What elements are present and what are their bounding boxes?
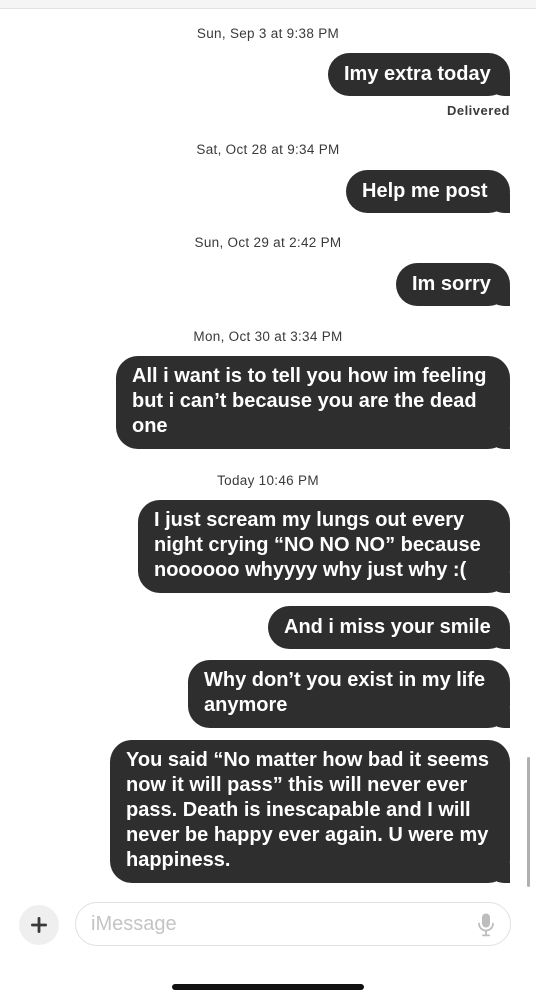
sent-message-bubble[interactable]: You said “No matter how bad it seems now… <box>110 740 517 883</box>
delivery-status: Delivered <box>446 103 510 118</box>
message-text: You said “No matter how bad it seems now… <box>126 749 490 871</box>
message-text: Im sorry <box>412 273 491 295</box>
message-input[interactable]: iMessage <box>75 902 511 946</box>
bubble-tail <box>497 76 517 96</box>
timestamp: Sat, Oct 28 at 9:34 PM <box>196 142 340 157</box>
message-text: Help me post <box>362 180 488 202</box>
sent-message-bubble[interactable]: Im sorry <box>396 263 517 306</box>
message-text: And i miss your smile <box>284 616 491 638</box>
plus-icon <box>29 915 49 935</box>
sent-message-bubble[interactable]: I just scream my lungs out every night c… <box>138 500 517 593</box>
timestamp: Sun, Oct 29 at 2:42 PM <box>194 235 342 250</box>
bubble-tail <box>497 708 517 728</box>
bubble-tail <box>497 193 517 213</box>
timestamp: Mon, Oct 30 at 3:34 PM <box>193 329 343 344</box>
timestamp: Sun, Sep 3 at 9:38 PM <box>196 26 340 41</box>
bubble-tail <box>497 629 517 649</box>
sent-message-bubble[interactable]: Why don’t you exist in my life anymore <box>188 660 517 728</box>
scrollbar[interactable] <box>527 757 530 887</box>
timestamp: Today 10:46 PM <box>217 473 319 488</box>
sent-message-bubble[interactable]: All i want is to tell you how im feeling… <box>116 356 517 449</box>
message-text: Imy extra today <box>344 63 491 85</box>
bubble-tail <box>497 429 517 449</box>
sent-message-bubble[interactable]: And i miss your smile <box>268 606 517 649</box>
message-thread[interactable]: Sun, Sep 3 at 9:38 PM Imy extra today De… <box>0 0 536 900</box>
bubble-tail <box>497 863 517 883</box>
sent-message-bubble[interactable]: Help me post <box>346 170 517 213</box>
message-text: Why don’t you exist in my life anymore <box>204 669 486 716</box>
home-indicator[interactable] <box>172 984 364 990</box>
message-text: All i want is to tell you how im feeling… <box>132 365 487 437</box>
messages-screen: Sun, Sep 3 at 9:38 PM Imy extra today De… <box>0 0 536 1000</box>
bubble-tail <box>497 573 517 593</box>
sent-message-bubble[interactable]: Imy extra today <box>328 53 517 96</box>
message-composer: iMessage <box>0 895 536 955</box>
bubble-tail <box>497 286 517 306</box>
message-input-placeholder: iMessage <box>91 913 177 935</box>
message-text: I just scream my lungs out every night c… <box>154 509 481 581</box>
add-attachment-button[interactable] <box>19 905 59 945</box>
microphone-icon[interactable] <box>476 912 496 938</box>
